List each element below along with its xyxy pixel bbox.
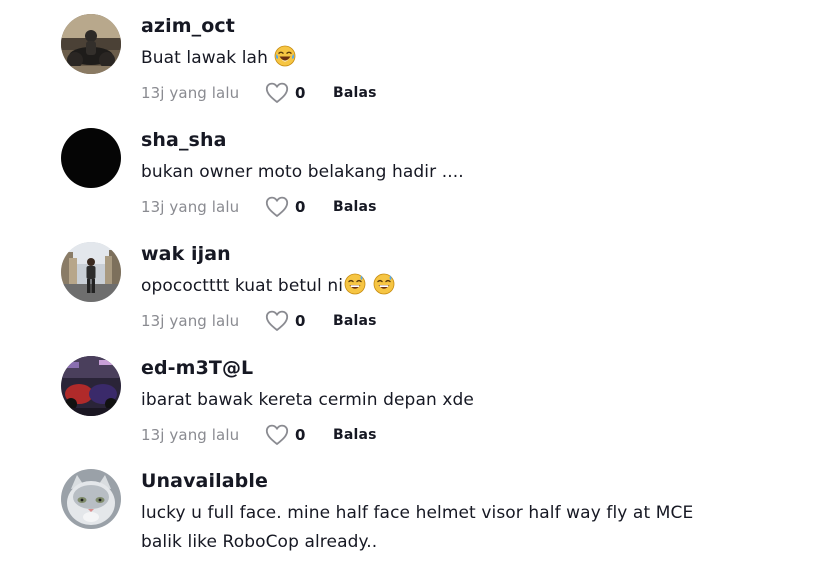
avatar-wak-ijan[interactable] <box>61 242 121 302</box>
comment-text-content: ibarat bawak kereta cermin depan xde <box>141 390 474 410</box>
comment-meta: 13j yang lalu 0 Balas <box>141 310 791 332</box>
comment-username[interactable]: Unavailable <box>141 469 791 493</box>
like-count: 0 <box>295 84 306 102</box>
comment-timestamp: 13j yang lalu <box>141 426 240 444</box>
comment-body: ed-m3T@L ibarat bawak kereta cermin depa… <box>141 356 791 446</box>
comment-body: Unavailable lucky u full face. mine half… <box>141 469 791 557</box>
like-button[interactable]: 0 <box>265 424 333 446</box>
comment-username[interactable]: wak ijan <box>141 242 791 266</box>
comment-meta: 13j yang lalu 0 Balas <box>141 196 791 218</box>
avatar-sha-sha[interactable] <box>61 128 121 188</box>
avatar-unavailable[interactable] <box>61 469 121 529</box>
comment-text-line: balik like RoboCop already.. <box>141 532 378 552</box>
avatar-photo-cat <box>61 469 121 529</box>
like-count: 0 <box>295 198 306 216</box>
like-button[interactable]: 0 <box>265 196 333 218</box>
comment-text: bukan owner moto belakang hadir .... <box>141 158 791 187</box>
avatar-azim-oct[interactable] <box>61 14 121 74</box>
comment-timestamp: 13j yang lalu <box>141 84 240 102</box>
avatar-ed-m3tal[interactable] <box>61 356 121 416</box>
comment-text: lucky u full face. mine half face helmet… <box>141 499 791 557</box>
comment-username[interactable]: sha_sha <box>141 128 791 152</box>
avatar-photo-person-standing <box>61 242 121 302</box>
comment-text-content: opococtttt kuat betul ni <box>141 276 344 296</box>
reply-button[interactable]: Balas <box>333 85 377 101</box>
heart-outline-icon <box>265 310 289 331</box>
comment-list: azim_oct Buat lawak lah 13j yang lalu 0 … <box>0 0 827 562</box>
comment-username[interactable]: ed-m3T@L <box>141 356 791 380</box>
grinning-sweat-emoji <box>344 273 366 295</box>
comment-text-content: bukan owner moto belakang hadir .... <box>141 162 464 182</box>
comment-text-line: lucky u full face. mine half face helmet… <box>141 503 694 523</box>
comment-body: azim_oct Buat lawak lah 13j yang lalu 0 … <box>141 14 791 104</box>
comment-timestamp: 13j yang lalu <box>141 312 240 330</box>
comment-text-content: Buat lawak lah <box>141 48 268 68</box>
avatar-photo-motorcycle-rider <box>61 14 121 74</box>
tears-of-joy-emoji <box>274 45 296 67</box>
like-count: 0 <box>295 312 306 330</box>
reply-button[interactable]: Balas <box>333 199 377 215</box>
heart-outline-icon <box>265 424 289 445</box>
like-count: 0 <box>295 426 306 444</box>
avatar-photo-black <box>61 128 121 188</box>
comment-text: opococtttt kuat betul ni <box>141 272 791 301</box>
comment-username[interactable]: azim_oct <box>141 14 791 38</box>
comment-body: sha_sha bukan owner moto belakang hadir … <box>141 128 791 218</box>
comment-body: wak ijan opococtttt kuat betul ni 13j ya… <box>141 242 791 332</box>
heart-outline-icon <box>265 196 289 217</box>
reply-button[interactable]: Balas <box>333 427 377 443</box>
like-button[interactable]: 0 <box>265 82 333 104</box>
heart-outline-icon <box>265 82 289 103</box>
comment-timestamp: 13j yang lalu <box>141 198 240 216</box>
comment-text: ibarat bawak kereta cermin depan xde <box>141 386 791 415</box>
comment-text: Buat lawak lah <box>141 44 791 73</box>
grinning-sweat-emoji <box>373 273 395 295</box>
like-button[interactable]: 0 <box>265 310 333 332</box>
comment-meta: 13j yang lalu 0 Balas <box>141 82 791 104</box>
avatar-photo-motorcycles-night <box>61 356 121 416</box>
comment-meta: 13j yang lalu 0 Balas <box>141 424 791 446</box>
reply-button[interactable]: Balas <box>333 313 377 329</box>
